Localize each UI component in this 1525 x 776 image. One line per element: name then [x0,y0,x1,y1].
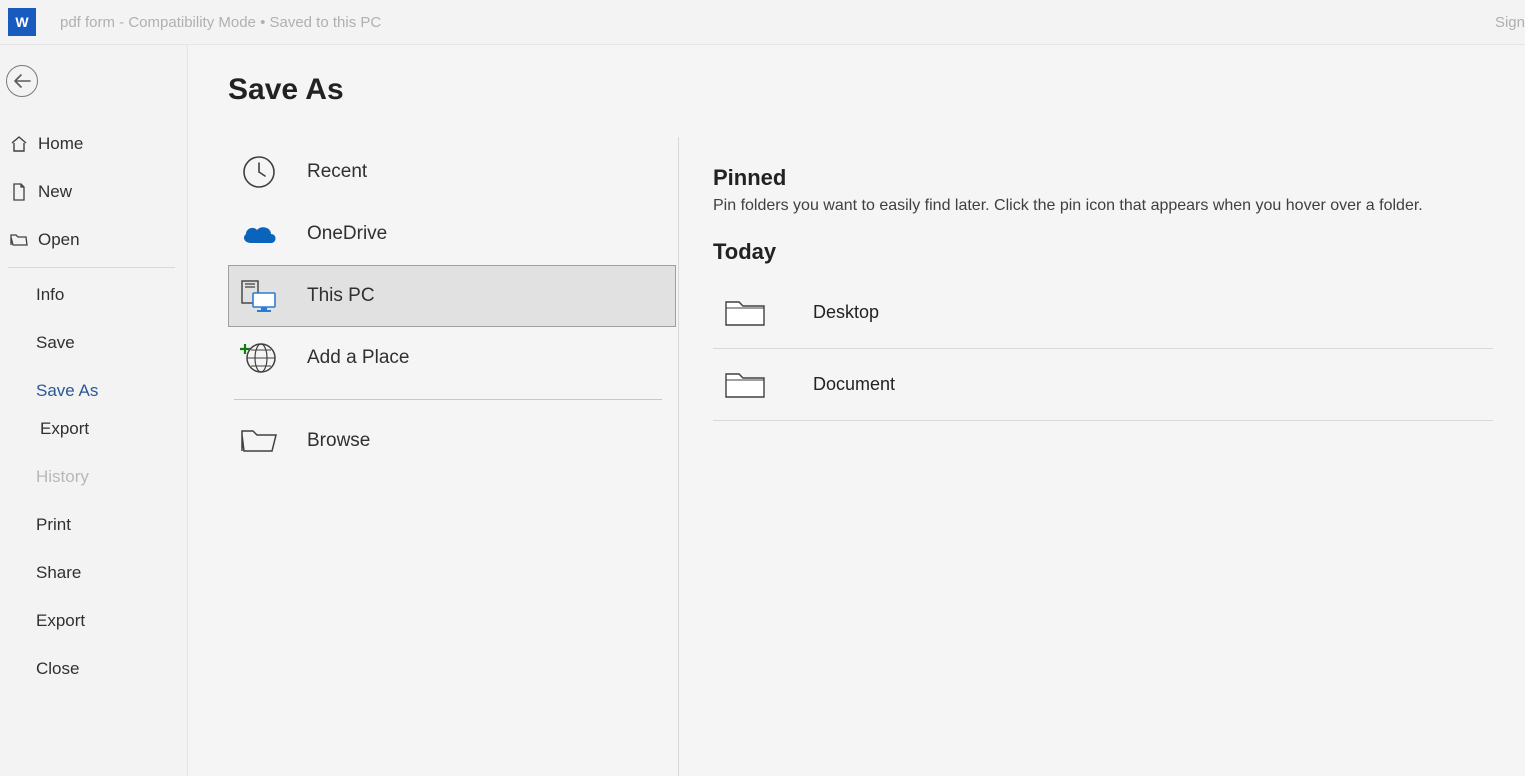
backstage-sidebar: Home New Open Info Save Save As Export H… [0,45,188,776]
location-label: This PC [307,285,375,307]
nav-save[interactable]: Save [0,324,187,362]
location-this-pc[interactable]: This PC [228,265,676,327]
backstage-content: Save As Recent OneDrive This PC [188,45,1525,776]
location-label: Recent [307,161,367,183]
browse-folder-icon [239,421,279,461]
onedrive-icon [239,214,279,254]
open-folder-icon [10,232,28,248]
nav-history: History [0,458,187,496]
page-title: Save As [228,73,678,107]
nav-info[interactable]: Info [0,276,187,314]
nav-export-quick[interactable]: Export [0,410,187,448]
this-pc-icon [239,276,279,316]
nav-save-as[interactable]: Save As [0,372,187,410]
folder-label: Document [813,374,895,395]
add-place-icon [239,338,279,378]
pinned-hint: Pin folders you want to easily find late… [713,197,1525,215]
nav-label: Export [40,419,89,439]
folder-icon [723,297,767,329]
folder-row[interactable]: Document [713,349,1493,421]
nav-label: Export [36,611,85,631]
nav-open[interactable]: Open [0,221,187,259]
nav-label: Save [36,333,75,353]
nav-label: Print [36,515,71,535]
location-separator [234,399,662,400]
pinned-heading: Pinned [713,165,1525,191]
document-title: pdf form - Compatibility Mode • Saved to… [60,14,381,31]
location-label: Browse [307,430,370,452]
sign-in-link[interactable]: Sign [1495,14,1525,31]
nav-close[interactable]: Close [0,650,187,688]
nav-export[interactable]: Export [0,602,187,640]
back-button[interactable] [6,65,38,97]
nav-label: New [38,182,72,202]
location-onedrive[interactable]: OneDrive [228,203,676,265]
nav-label: Close [36,659,79,679]
nav-label: Info [36,285,64,305]
location-label: Add a Place [307,347,409,369]
location-browse[interactable]: Browse [228,410,676,472]
home-icon [10,135,28,153]
save-locations-pane: Save As Recent OneDrive This PC [188,45,678,776]
nav-label: History [36,467,89,487]
folder-row[interactable]: Desktop [713,277,1493,349]
nav-label: Open [38,230,80,250]
nav-print[interactable]: Print [0,506,187,544]
folder-label: Desktop [813,302,879,323]
today-heading: Today [713,239,1525,265]
new-doc-icon [10,183,28,201]
location-add-place[interactable]: Add a Place [228,327,676,389]
location-label: OneDrive [307,223,387,245]
nav-label: Save As [36,381,98,401]
nav-label: Home [38,134,83,154]
title-bar: W pdf form - Compatibility Mode • Saved … [0,0,1525,45]
folder-list-pane: Pinned Pin folders you want to easily fi… [678,137,1525,776]
recent-icon [239,152,279,192]
location-recent[interactable]: Recent [228,141,676,203]
nav-new[interactable]: New [0,173,187,211]
nav-label: Share [36,563,81,583]
nav-home[interactable]: Home [0,125,187,163]
word-app-icon: W [8,8,36,36]
folder-icon [723,369,767,401]
nav-share[interactable]: Share [0,554,187,592]
